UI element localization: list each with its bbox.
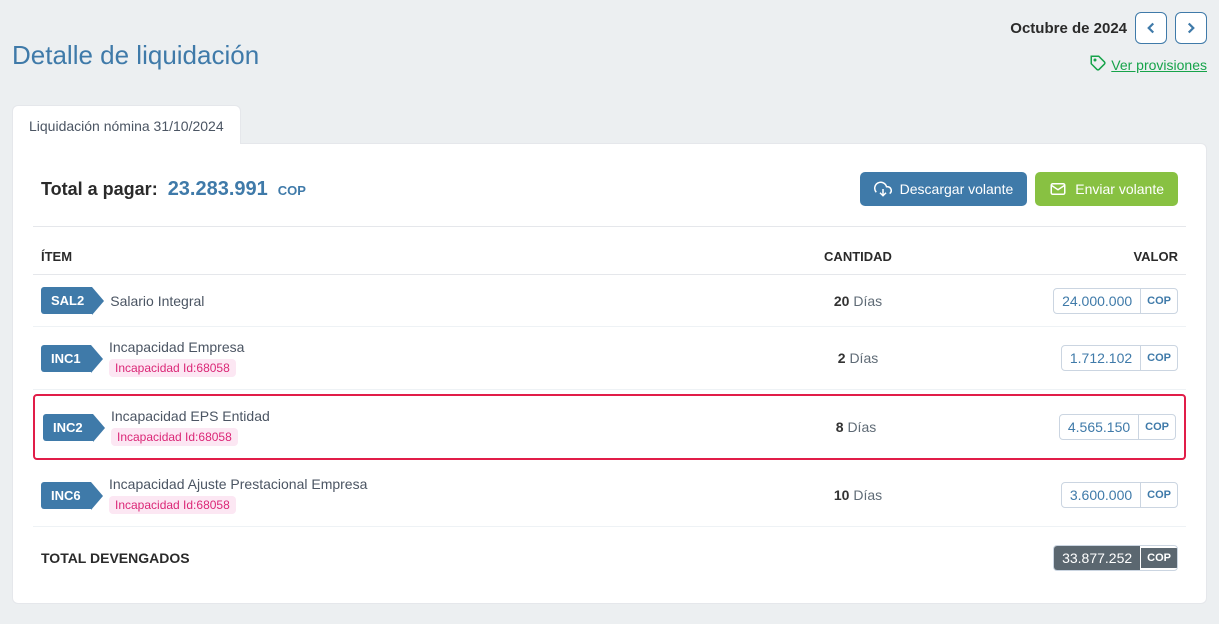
- item-value-chip: 3.600.000 COP: [1061, 482, 1178, 508]
- total-devengados-chip: 33.877.252 COP: [1053, 545, 1178, 571]
- chevron-right-icon: [1182, 19, 1200, 37]
- item-qty-unit: Días: [849, 350, 878, 366]
- period-prev-button[interactable]: [1135, 12, 1167, 44]
- item-qty: 10: [834, 487, 850, 503]
- tab-liquidacion-label: Liquidación nómina 31/10/2024: [29, 118, 224, 134]
- table-row: INC6 Incapacidad Ajuste Prestacional Emp…: [33, 464, 1186, 527]
- period-next-button[interactable]: [1175, 12, 1207, 44]
- col-header-item: ÍTEM: [41, 249, 773, 264]
- item-code-tag: INC2: [43, 414, 93, 441]
- item-code-tag: INC6: [41, 482, 91, 509]
- page-title: Detalle de liquidación: [12, 40, 259, 71]
- item-title: Incapacidad EPS Entidad: [111, 408, 270, 424]
- col-header-qty: CANTIDAD: [773, 249, 943, 264]
- ver-provisiones-label: Ver provisiones: [1111, 57, 1207, 73]
- item-value: 24.000.000: [1054, 289, 1141, 313]
- item-currency: COP: [1139, 417, 1175, 437]
- item-qty-unit: Días: [853, 293, 882, 309]
- item-value: 3.600.000: [1062, 483, 1141, 507]
- panel-liquidacion: Total a pagar: 23.283.991 COP Descargar …: [12, 143, 1207, 604]
- item-value-chip: 24.000.000 COP: [1053, 288, 1178, 314]
- total-pagar-value: 23.283.991: [168, 178, 268, 201]
- item-sub-pill: Incapacidad Id:68058: [109, 359, 236, 377]
- item-value: 1.712.102: [1062, 346, 1141, 370]
- item-qty: 20: [834, 293, 850, 309]
- item-title: Salario Integral: [110, 293, 204, 309]
- item-qty-unit: Días: [853, 487, 882, 503]
- table-row: INC1 Incapacidad Empresa Incapacidad Id:…: [33, 327, 1186, 390]
- table-row-highlighted: INC2 Incapacidad EPS Entidad Incapacidad…: [33, 394, 1186, 460]
- item-title: Incapacidad Ajuste Prestacional Empresa: [109, 476, 367, 492]
- item-currency: COP: [1141, 291, 1177, 311]
- descargar-volante-label: Descargar volante: [900, 181, 1014, 197]
- item-code-tag: SAL2: [41, 287, 92, 314]
- item-currency: COP: [1141, 485, 1177, 505]
- item-qty-unit: Días: [847, 419, 876, 435]
- total-pagar-currency: COP: [278, 183, 306, 198]
- chevron-left-icon: [1142, 19, 1160, 37]
- item-value: 4.565.150: [1060, 415, 1139, 439]
- total-devengados-currency: COP: [1141, 548, 1177, 568]
- total-devengados-value: 33.877.252: [1054, 546, 1141, 570]
- total-devengados-label: TOTAL DEVENGADOS: [41, 550, 190, 566]
- period-label: Octubre de 2024: [1010, 20, 1127, 37]
- table-row: SAL2 Salario Integral 20 Días 24.000.000…: [33, 275, 1186, 327]
- item-qty: 2: [838, 350, 846, 366]
- download-cloud-icon: [874, 180, 892, 198]
- enviar-volante-label: Enviar volante: [1075, 181, 1164, 197]
- col-header-value: VALOR: [943, 249, 1178, 264]
- item-value-chip: 4.565.150 COP: [1059, 414, 1176, 440]
- item-title: Incapacidad Empresa: [109, 339, 244, 355]
- item-value-chip: 1.712.102 COP: [1061, 345, 1178, 371]
- table-header: ÍTEM CANTIDAD VALOR: [33, 239, 1186, 275]
- ver-provisiones-link[interactable]: Ver provisiones: [1089, 54, 1207, 75]
- total-devengados-row: TOTAL DEVENGADOS 33.877.252 COP: [33, 527, 1186, 583]
- item-sub-pill: Incapacidad Id:68058: [109, 496, 236, 514]
- descargar-volante-button[interactable]: Descargar volante: [860, 172, 1028, 206]
- total-pagar-label: Total a pagar:: [41, 179, 158, 200]
- item-sub-pill: Incapacidad Id:68058: [111, 428, 238, 446]
- enviar-volante-button[interactable]: Enviar volante: [1035, 172, 1178, 206]
- tag-icon: [1089, 54, 1107, 75]
- tab-liquidacion[interactable]: Liquidación nómina 31/10/2024: [12, 105, 241, 144]
- mail-icon: [1049, 180, 1067, 198]
- item-qty: 8: [836, 419, 844, 435]
- item-currency: COP: [1141, 348, 1177, 368]
- item-code-tag: INC1: [41, 345, 91, 372]
